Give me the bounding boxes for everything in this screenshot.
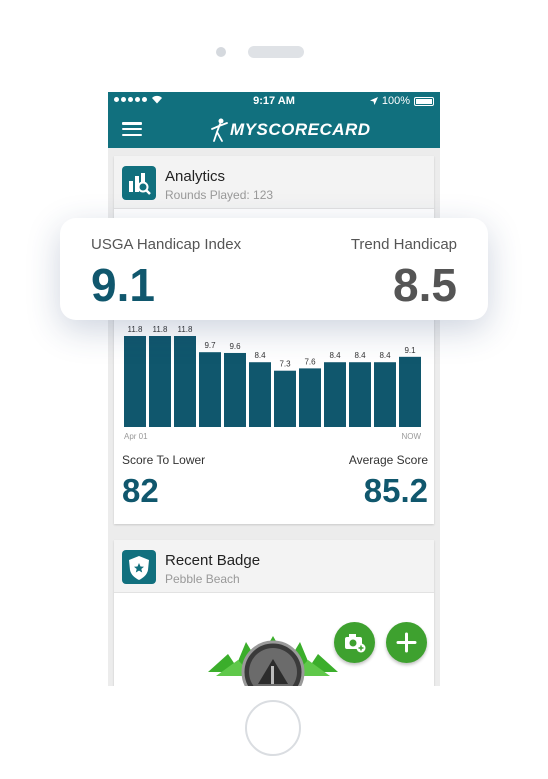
usga-handicap-value: 9.1 (91, 259, 155, 311)
bar-value-label: 9.6 (229, 342, 241, 351)
chart-bar (199, 352, 221, 427)
recent-badge-card[interactable]: Recent Badge Pebble Beach (114, 540, 434, 686)
bar-value-label: 8.4 (329, 351, 341, 360)
chart-bar (149, 336, 171, 427)
bar-value-label: 8.4 (254, 351, 266, 360)
chart-bar (324, 362, 346, 427)
usga-handicap-label: USGA Handicap Index (91, 236, 242, 253)
analytics-card[interactable]: Analytics Rounds Played: 123 11.8 11.8 11.… (114, 156, 434, 524)
speaker-grille (248, 46, 304, 58)
x-axis-start-label: Apr 01 (124, 432, 148, 441)
bar-value-label: 8.4 (354, 351, 366, 360)
add-photo-button[interactable] (334, 622, 375, 663)
average-score-value: 85.2 (363, 472, 428, 509)
pebble-beach-badge-image (198, 614, 348, 686)
chart-bar (349, 362, 371, 427)
home-button[interactable] (245, 700, 301, 756)
plus-icon (396, 632, 417, 653)
bar-value-label: 11.8 (153, 325, 169, 334)
badge-header: Recent Badge Pebble Beach (114, 540, 434, 593)
x-axis-end-label: NOW (401, 432, 421, 441)
chart-bar (224, 352, 246, 427)
chart-bar (249, 362, 271, 427)
golfer-logo-icon (211, 118, 228, 142)
battery-percent: 100% (381, 95, 410, 107)
chart-bar (399, 356, 421, 427)
chart-bar (274, 370, 296, 427)
app-screen: 9:17 AM 100% MYSCORECARD Analytics Round… (108, 92, 440, 686)
menu-icon[interactable] (122, 122, 142, 136)
bar-value-label: 7.3 (279, 360, 291, 369)
bar-value-label: 7.6 (304, 357, 316, 366)
trend-handicap-value: 8.5 (393, 259, 457, 311)
score-to-lower-label: Score To Lower (122, 453, 206, 467)
badge-course: Pebble Beach (165, 572, 240, 586)
score-to-lower-value: 82 (122, 472, 159, 509)
bar-value-label: 11.8 (178, 325, 194, 334)
chart-bar (174, 336, 196, 427)
chart-bar (374, 362, 396, 427)
bar-value-label: 9.1 (404, 346, 416, 355)
chart-bar (299, 368, 321, 427)
shield-icon (122, 550, 156, 584)
phone-frame: 9:17 AM 100% MYSCORECARD Analytics Round… (0, 0, 548, 779)
average-score-label: Average Score (348, 453, 428, 467)
bar-value-label: 11.8 (128, 325, 144, 334)
battery-icon (414, 96, 434, 106)
logo-text: MYSCORECARD (230, 120, 371, 139)
trend-handicap-label: Trend Handicap (350, 236, 457, 253)
badge-title: Recent Badge (165, 552, 261, 569)
add-button[interactable] (386, 622, 427, 663)
chart-bar (124, 336, 146, 427)
status-bar: 9:17 AM 100% (108, 92, 440, 110)
bar-value-label: 9.7 (204, 341, 216, 350)
bar-value-label: 8.4 (379, 351, 391, 360)
nav-bar: MYSCORECARD (108, 110, 440, 148)
location-icon (369, 97, 378, 105)
handicap-summary-popup: USGA Handicap Index 9.1 Trend Handicap 8… (60, 218, 488, 320)
app-logo: MYSCORECARD (208, 116, 371, 144)
camera-dot (216, 47, 226, 57)
camera-icon (345, 634, 366, 653)
